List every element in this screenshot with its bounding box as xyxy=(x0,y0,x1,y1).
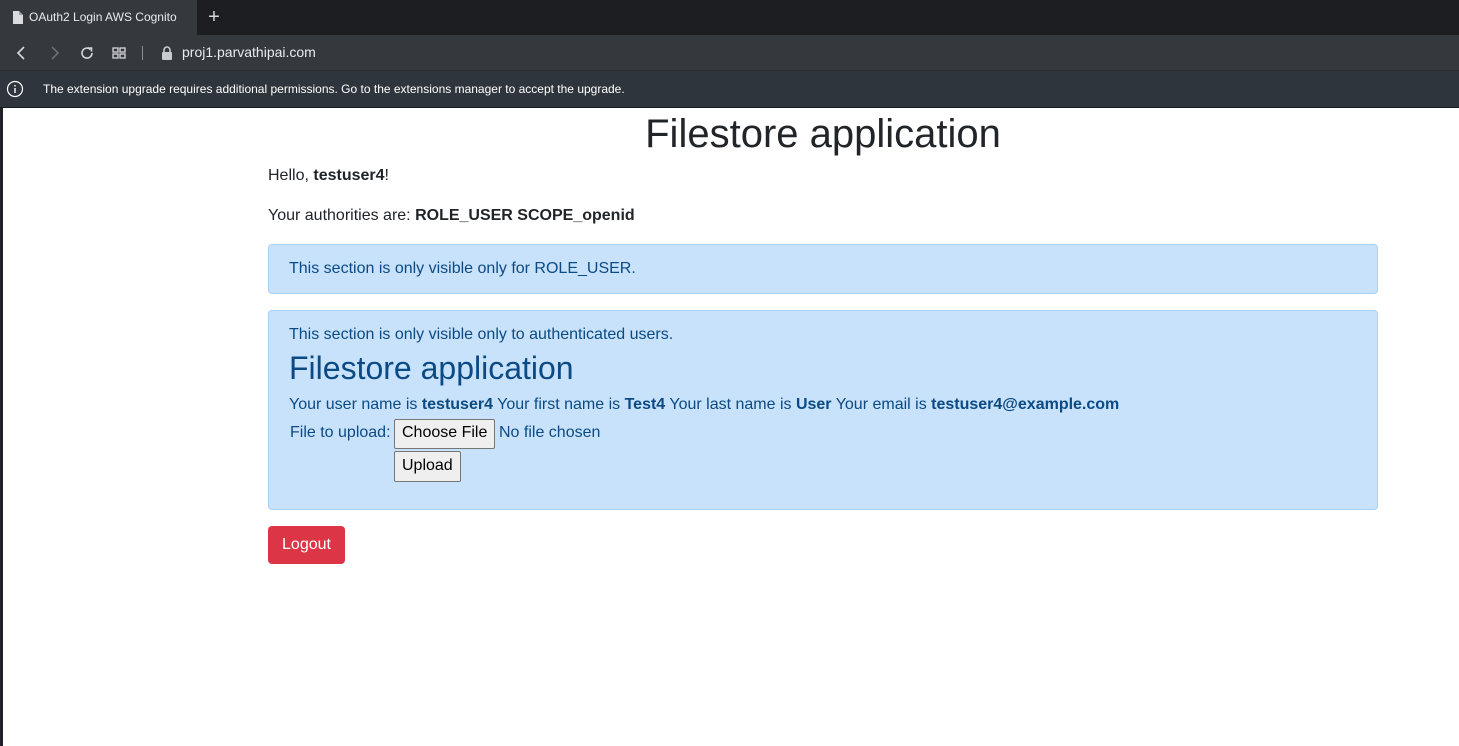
toolbar-divider xyxy=(142,46,143,60)
authorities-label: Your authorities are: xyxy=(268,207,416,224)
authorities-value: ROLE_USER SCOPE_openid xyxy=(415,207,635,224)
user-name-value: testuser4 xyxy=(421,396,493,413)
authorities-line: Your authorities are: ROLE_USER SCOPE_op… xyxy=(268,207,635,225)
infobar-message: The extension upgrade requires additiona… xyxy=(43,82,625,96)
email-label: Your email is xyxy=(831,396,932,413)
reload-icon[interactable] xyxy=(78,44,96,62)
section-heading: Filestore application xyxy=(289,350,574,386)
info-icon xyxy=(6,80,24,103)
web-page: Filestore application Hello, testuser4! … xyxy=(3,108,1459,746)
file-status-text: No file chosen xyxy=(499,424,601,441)
page-icon xyxy=(12,11,23,29)
choose-file-button[interactable]: Choose File xyxy=(394,419,496,449)
greeting-suffix: ! xyxy=(384,167,389,184)
page-title: Filestore application xyxy=(645,112,1001,156)
extension-infobar: The extension upgrade requires additiona… xyxy=(0,71,1459,108)
apps-grid-icon[interactable] xyxy=(110,44,128,62)
greeting: Hello, testuser4! xyxy=(268,167,389,185)
browser-tab-bar: OAuth2 Login AWS Cognito + xyxy=(0,0,1459,35)
back-icon[interactable] xyxy=(13,44,31,62)
user-name-label: Your user name is xyxy=(289,396,422,413)
greeting-username: testuser4 xyxy=(313,167,385,184)
file-upload-label: File to upload: xyxy=(290,424,391,441)
authenticated-section: This section is only visible only to aut… xyxy=(268,310,1378,510)
user-info-line: Your user name is testuser4 Your first n… xyxy=(289,396,1119,414)
role-user-section: This section is only visible only for RO… xyxy=(268,244,1378,294)
role-user-text: This section is only visible only for RO… xyxy=(289,260,636,277)
address-bar[interactable]: proj1.parvathipai.com xyxy=(182,44,316,60)
browser-nav-bar: proj1.parvathipai.com xyxy=(0,35,1459,71)
browser-tab[interactable]: OAuth2 Login AWS Cognito xyxy=(0,0,197,35)
email-value: testuser4@example.com xyxy=(931,396,1120,413)
new-tab-icon[interactable]: + xyxy=(205,7,223,27)
last-name-label: Your last name is xyxy=(665,396,796,413)
upload-button[interactable]: Upload xyxy=(394,451,461,482)
last-name-value: User xyxy=(795,396,832,413)
tab-title: OAuth2 Login AWS Cognito xyxy=(29,10,177,24)
first-name-value: Test4 xyxy=(624,396,666,413)
first-name-label: Your first name is xyxy=(492,396,625,413)
lock-icon[interactable] xyxy=(158,44,176,62)
forward-icon[interactable] xyxy=(45,44,63,62)
authenticated-text: This section is only visible only to aut… xyxy=(289,326,674,343)
greeting-prefix: Hello, xyxy=(268,167,314,184)
logout-button[interactable]: Logout xyxy=(268,526,345,564)
